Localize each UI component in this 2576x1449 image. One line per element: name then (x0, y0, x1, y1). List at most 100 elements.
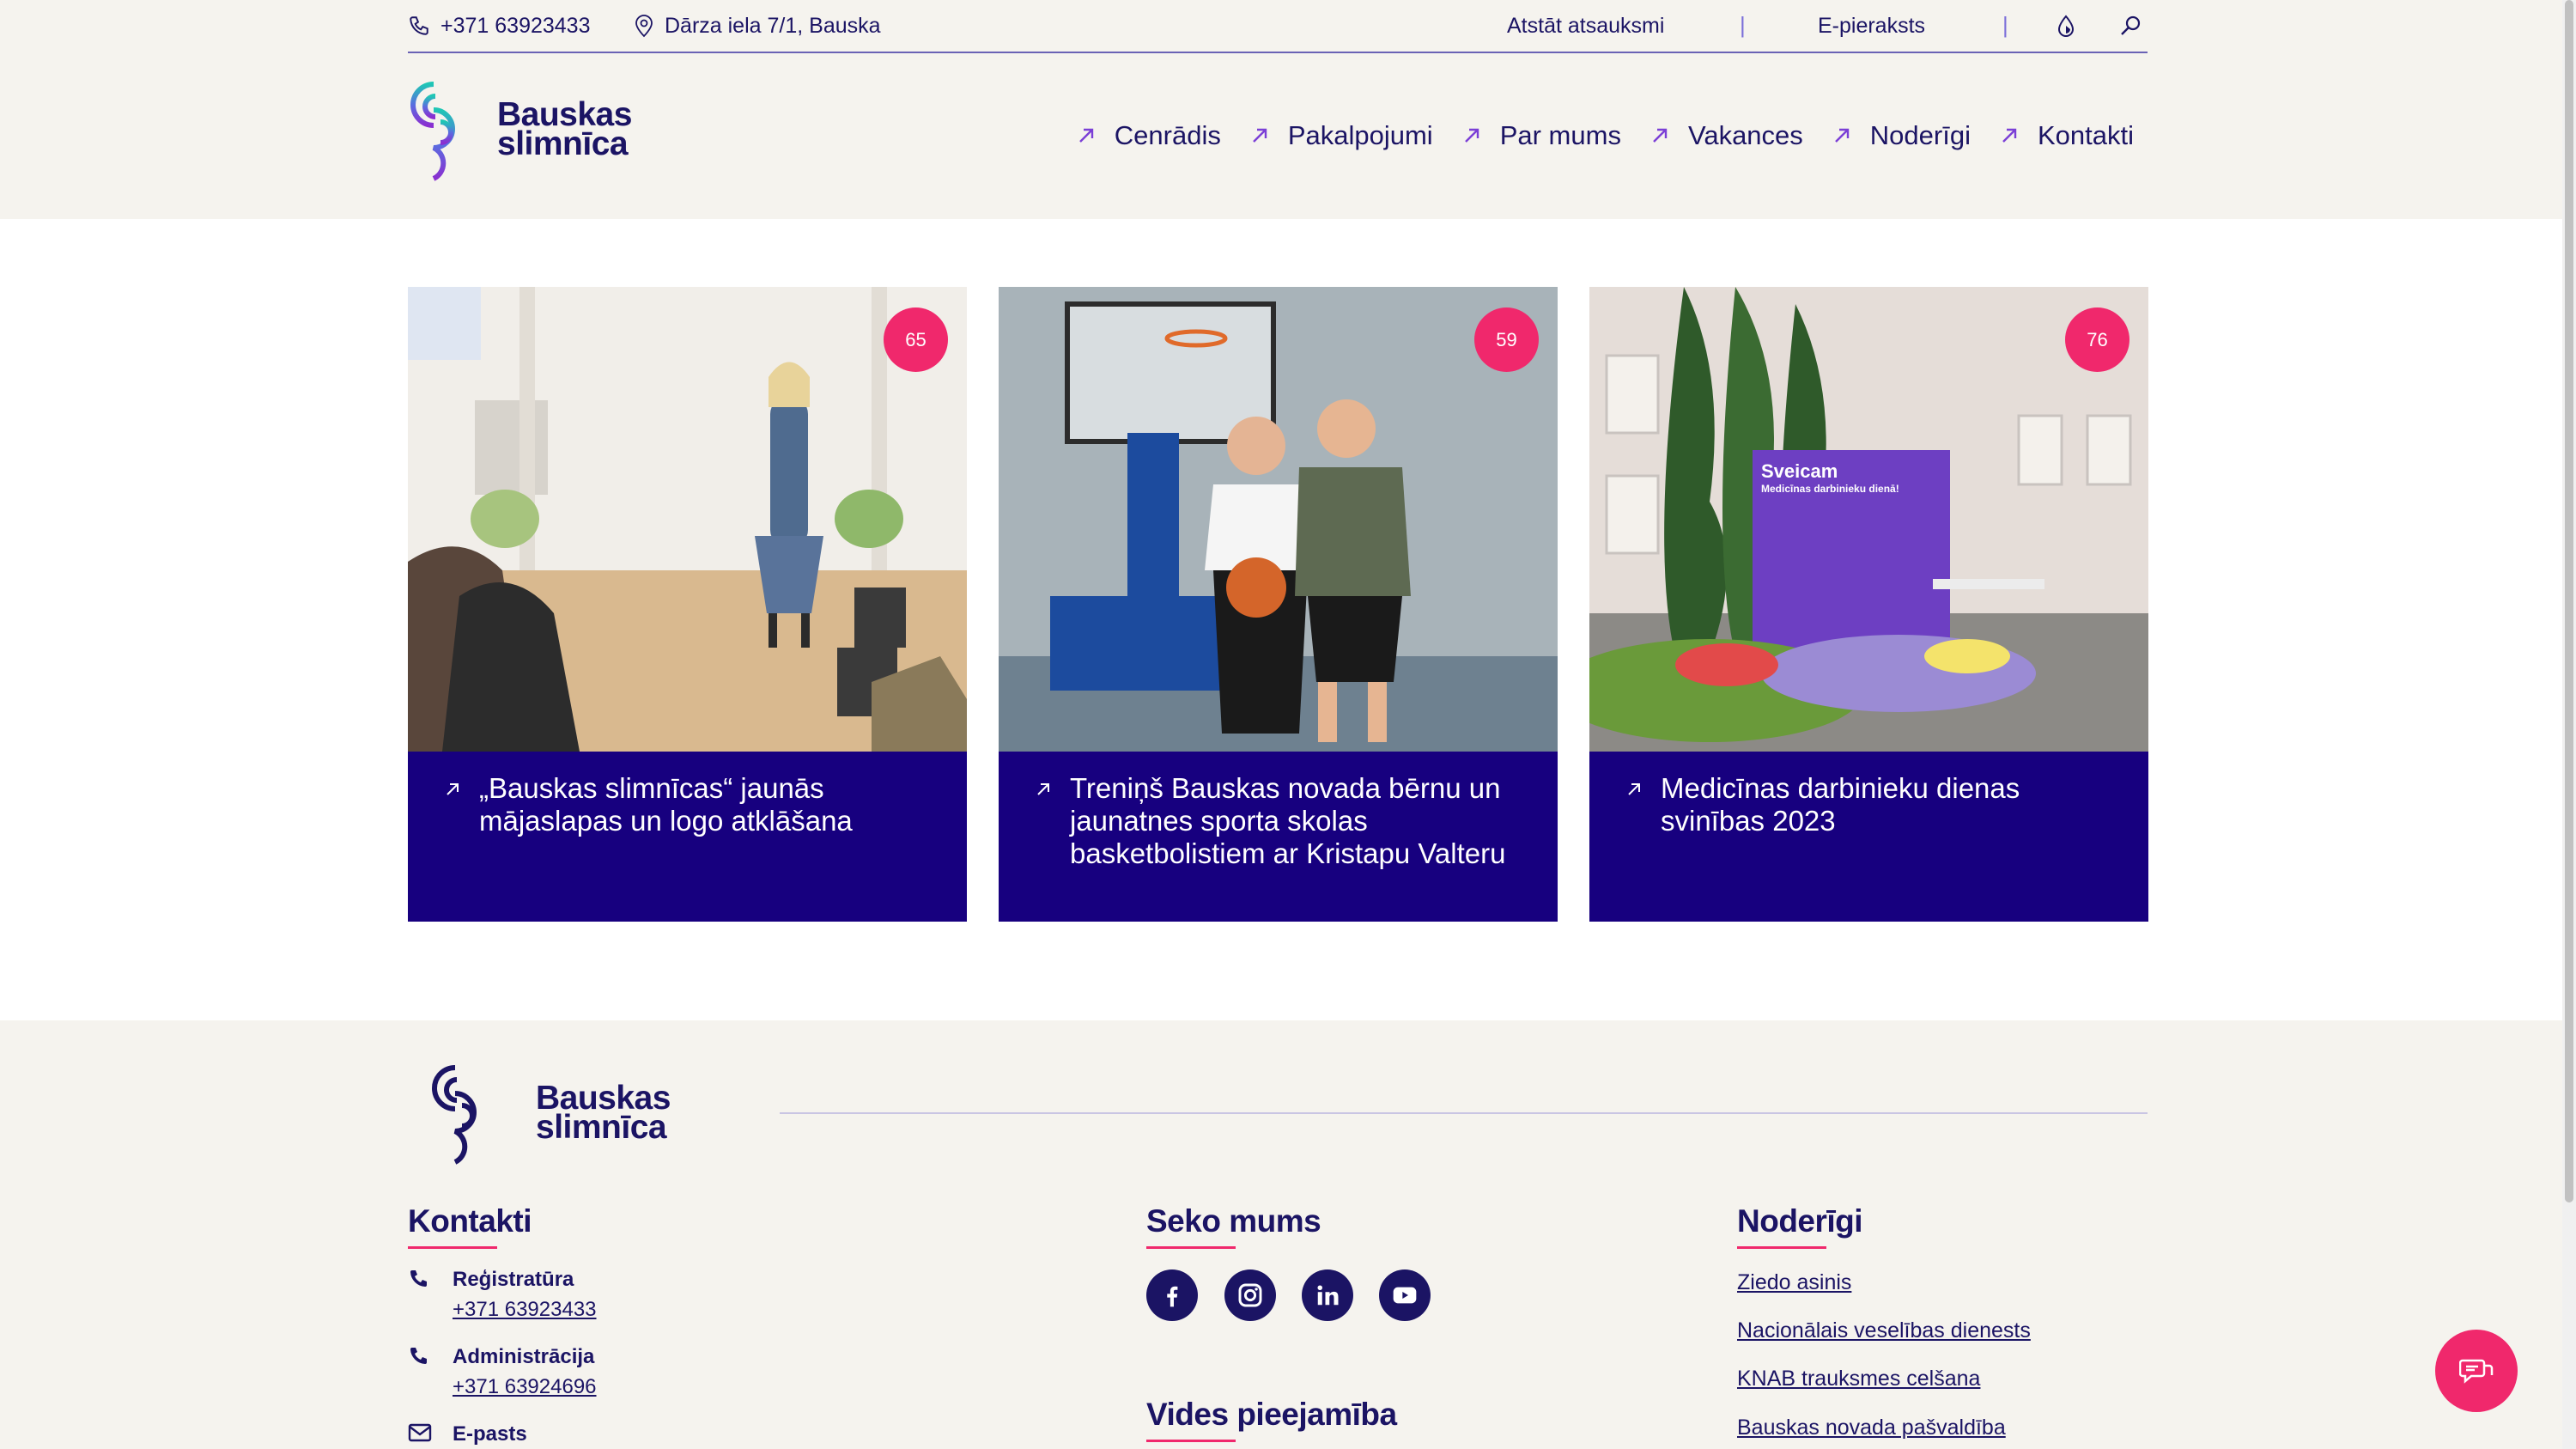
divider: | (1740, 12, 1746, 38)
heading-underline (1737, 1246, 1826, 1249)
nav-item-about[interactable]: Par mums (1462, 120, 1621, 151)
news-card-title: Medicīnas darbinieku dienas svinības 202… (1661, 772, 2020, 837)
arrow-up-right-icon (1834, 128, 1849, 143)
utility-bar: +371 63923433 Dārza iela 7/1, Bauska Ats… (408, 0, 2148, 53)
header-address-link[interactable]: Dārza iela 7/1, Bauska (634, 10, 881, 41)
nav-item-label: Cenrādis (1114, 120, 1221, 150)
instagram-icon (1238, 1283, 1262, 1307)
arrow-up-right-icon (1037, 783, 1049, 795)
nav-item-pricelist[interactable]: Cenrādis (1077, 120, 1221, 151)
chat-button[interactable] (2435, 1330, 2518, 1412)
chat-icon (2459, 1359, 2494, 1384)
nav-item-label: Kontakti (2037, 120, 2134, 150)
heading-underline (408, 1246, 497, 1249)
nav-item-services[interactable]: Pakalpojumi (1250, 120, 1433, 151)
divider: | (2002, 12, 2008, 38)
news-card-image (1589, 287, 2148, 752)
location-pin-icon (635, 15, 653, 38)
feedback-link-text: Atstāt atsauksmi (1507, 13, 1665, 38)
news-card-image (999, 287, 1558, 752)
search-icon (2121, 15, 2141, 35)
facebook-icon (1167, 1286, 1178, 1307)
follow-heading: Seko mums (1146, 1203, 1321, 1239)
phone-icon (410, 1348, 427, 1364)
arrow-up-right-icon (1252, 128, 1267, 143)
logo-mark-icon (410, 82, 455, 181)
contrast-drop-icon (2057, 15, 2075, 37)
news-card[interactable]: Sveicam Medicīnas darbinieku dienā! 76 M… (1589, 287, 2148, 922)
arrow-up-right-icon (1464, 128, 1479, 143)
facebook-link[interactable] (1146, 1269, 1198, 1321)
contact-label: Reģistratūra (453, 1268, 574, 1291)
logo-line-2: slimnīca (497, 125, 629, 162)
e-appointment-link-text: E-pieraksts (1818, 13, 1926, 38)
nav-item-label: Par mums (1499, 120, 1621, 150)
useful-link-knab[interactable]: KNAB trauksmes celšana (1737, 1367, 1980, 1391)
header-phone-link[interactable]: +371 63923433 (408, 10, 591, 41)
feedback-link[interactable]: Atstāt atsauksmi (1507, 10, 1664, 41)
nav-item-useful[interactable]: Noderīgi (1832, 120, 1971, 151)
contact-phone-link[interactable]: +371 63923433 (453, 1294, 597, 1325)
contrast-toggle[interactable] (2057, 10, 2086, 41)
phone-icon (410, 16, 428, 35)
contact-item: E-pasts (408, 1420, 527, 1449)
e-appointment-link[interactable]: E-pieraksts (1818, 10, 1925, 41)
accessibility-heading: Vides pieejamība (1146, 1397, 1397, 1432)
mail-icon (408, 1423, 432, 1442)
news-card-image (408, 287, 967, 752)
header-address-text: Dārza iela 7/1, Bauska (665, 13, 881, 38)
contact-label: E-pasts (453, 1422, 527, 1446)
instagram-link[interactable] (1224, 1269, 1276, 1321)
views-count-badge: 76 (2065, 307, 2129, 372)
linkedin-link[interactable] (1302, 1269, 1353, 1321)
contact-item: Reģistratūra +371 63923433 (408, 1265, 597, 1325)
news-card[interactable]: 65 „Bauskas slimnīcas“ jaunās mājaslapas… (408, 287, 967, 922)
contact-item: Administrācija +371 63924696 (408, 1342, 597, 1403)
scrollbar-thumb[interactable] (2565, 0, 2573, 1202)
contact-phone-link[interactable]: +371 63924696 (453, 1372, 597, 1403)
logo-wordmark: Bauskas slimnīca (497, 98, 632, 162)
site-logo[interactable]: Bauskas slimnīca (408, 77, 632, 182)
heading-underline (1146, 1246, 1236, 1249)
news-card-body: „Bauskas slimnīcas“ jaunās mājaslapas un… (408, 752, 967, 922)
useful-link-nhs[interactable]: Nacionālais veselības dienests (1737, 1318, 2031, 1343)
youtube-icon (1393, 1287, 1417, 1304)
nav-item-contacts[interactable]: Kontakti (2000, 120, 2134, 151)
search-button[interactable] (2118, 10, 2153, 41)
footer-logo[interactable]: Bauskas slimnīca (429, 1061, 671, 1166)
arrow-up-right-icon (1628, 783, 1640, 795)
nav-item-vacancies[interactable]: Vakances (1650, 120, 1803, 151)
phone-icon (410, 1270, 427, 1287)
news-card-body: Medicīnas darbinieku dienas svinības 202… (1589, 752, 2148, 922)
useful-link-municipality[interactable]: Bauskas novada pašvaldība (1737, 1416, 2006, 1440)
contacts-heading: Kontakti (408, 1203, 532, 1239)
news-card-body: Treniņš Bauskas novada bērnu un jaunatne… (999, 752, 1558, 922)
site-header: +371 63923433 Dārza iela 7/1, Bauska Ats… (0, 0, 2562, 219)
useful-heading: Noderīgi (1737, 1203, 1863, 1239)
page-scrollbar[interactable] (2562, 0, 2576, 1449)
logo-wordmark: Bauskas slimnīca (536, 1081, 671, 1146)
news-card[interactable]: 59 Treniņš Bauskas novada bērnu un jauna… (999, 287, 1558, 922)
arrow-up-right-icon (2002, 128, 2017, 143)
views-count-badge: 65 (884, 307, 948, 372)
banner-text-2: Medicīnas darbinieku dienā! (1761, 483, 1899, 495)
arrow-up-right-icon (1078, 128, 1093, 143)
nav-item-label: Pakalpojumi (1287, 120, 1433, 150)
heading-underline (1146, 1440, 1236, 1442)
header-phone-text: +371 63923433 (440, 13, 591, 38)
footer-divider (780, 1112, 2148, 1114)
nav-item-label: Vakances (1687, 120, 1803, 150)
news-card-title: „Bauskas slimnīcas“ jaunās mājaslapas un… (479, 772, 853, 837)
nav-item-label: Noderīgi (1869, 120, 1971, 150)
views-count-badge: 59 (1474, 307, 1539, 372)
contact-label: Administrācija (453, 1345, 595, 1368)
banner-text-1: Sveicam (1761, 460, 1838, 482)
youtube-link[interactable] (1379, 1269, 1431, 1321)
logo-line-2: slimnīca (536, 1109, 667, 1146)
news-card-title: Treniņš Bauskas novada bērnu un jaunatne… (1070, 772, 1506, 869)
arrow-up-right-icon (1653, 128, 1668, 143)
logo-mark-icon (432, 1065, 477, 1165)
useful-link-donate-blood[interactable]: Ziedo asinis (1737, 1270, 1851, 1295)
main-navigation: Cenrādis Pakalpojumi Par mums Vakances N… (1048, 119, 2134, 153)
linkedin-icon (1317, 1285, 1339, 1306)
